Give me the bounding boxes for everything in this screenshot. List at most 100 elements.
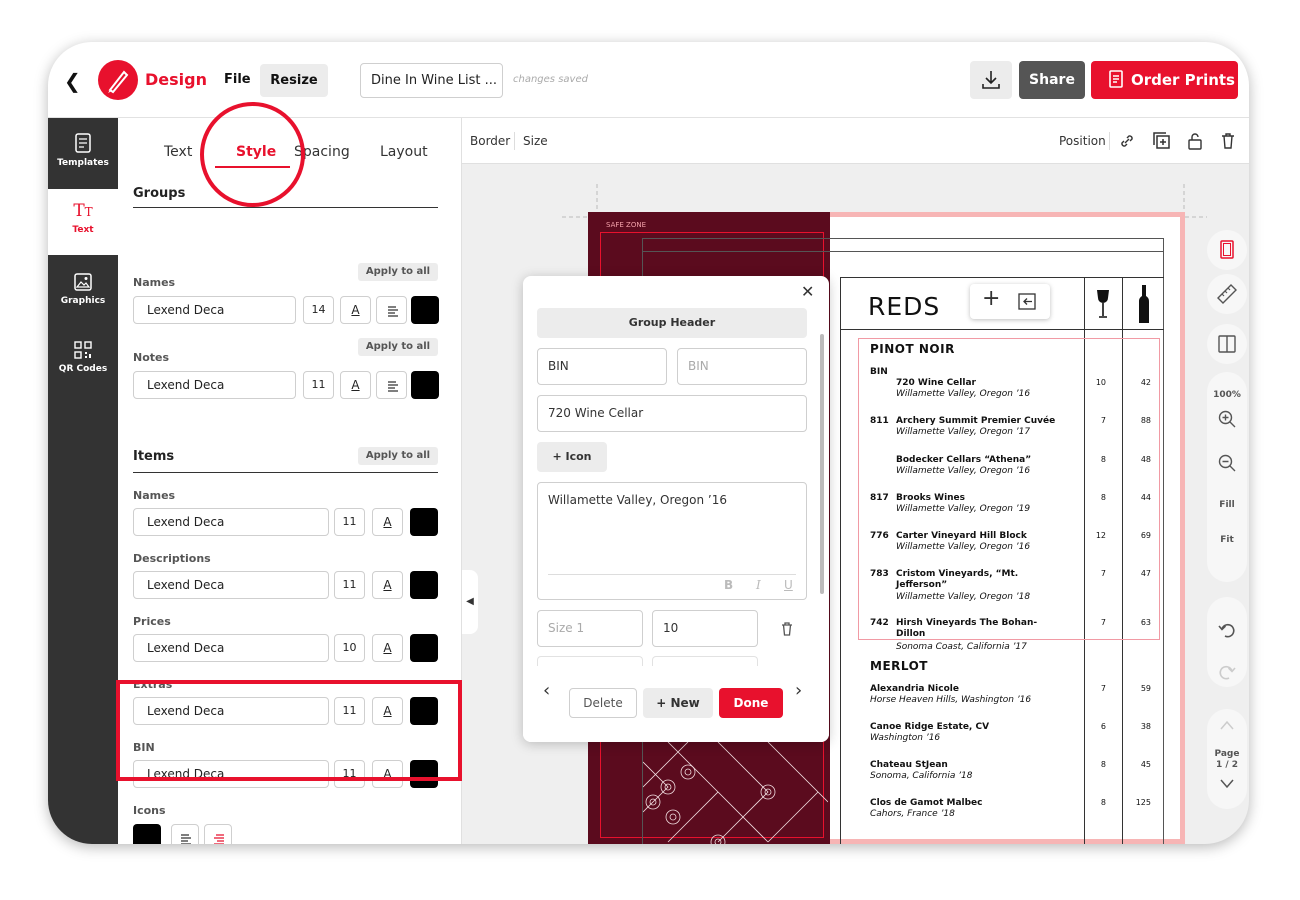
fit-button[interactable]: Fit bbox=[1207, 535, 1247, 545]
bin-header: BIN bbox=[870, 367, 888, 377]
duplicate-icon[interactable] bbox=[1152, 131, 1172, 151]
group-name-pinot-noir[interactable]: PINOT NOIR bbox=[870, 342, 955, 356]
item-names-color-swatch[interactable] bbox=[410, 508, 438, 536]
item-names-size-input[interactable]: 11 bbox=[334, 508, 365, 536]
page-label: Page bbox=[1214, 749, 1240, 759]
rail-item-text[interactable]: TT Text bbox=[48, 189, 118, 255]
zoom-in-icon[interactable] bbox=[1217, 409, 1237, 429]
page-view-button[interactable] bbox=[1207, 230, 1247, 270]
delete-button[interactable]: Delete bbox=[569, 688, 637, 718]
unlock-icon[interactable] bbox=[1186, 132, 1204, 150]
group-names-size-input[interactable]: 14 bbox=[303, 296, 334, 324]
item-name-input[interactable]: 720 Wine Cellar bbox=[537, 395, 807, 432]
done-button[interactable]: Done bbox=[719, 688, 783, 718]
item-prices-font-select[interactable]: Lexend Deca bbox=[133, 634, 329, 662]
icons-align-left-button[interactable] bbox=[171, 824, 199, 844]
item-descriptions-size-input[interactable]: 11 bbox=[334, 571, 365, 599]
icons-align-right-button[interactable] bbox=[204, 824, 232, 844]
group-names-align-button[interactable] bbox=[376, 296, 407, 324]
item-descriptions-text-style-button[interactable]: A bbox=[372, 571, 403, 599]
notes-apply-all-button[interactable]: Apply to all bbox=[358, 338, 438, 356]
tab-text[interactable]: Text bbox=[164, 144, 192, 160]
page-down-icon[interactable] bbox=[1219, 778, 1235, 790]
item-description: Cahors, France ’18 bbox=[870, 809, 955, 819]
popup-scrollbar[interactable] bbox=[820, 334, 824, 594]
bold-icon[interactable]: B bbox=[724, 578, 733, 592]
group-notes-align-button[interactable] bbox=[376, 371, 407, 399]
tab-layout[interactable]: Layout bbox=[380, 144, 428, 160]
file-menu[interactable]: File bbox=[224, 72, 251, 87]
groups-apply-all-button[interactable]: Apply to all bbox=[358, 263, 438, 281]
resize-button[interactable]: Resize bbox=[260, 64, 328, 97]
rail-item-graphics[interactable]: Graphics bbox=[48, 268, 118, 324]
rail-label-templates: Templates bbox=[57, 158, 109, 168]
underline-icon[interactable]: U bbox=[784, 578, 793, 592]
reds-title: REDS bbox=[868, 292, 941, 321]
fill-button[interactable]: Fill bbox=[1207, 500, 1247, 510]
group-notes-color-swatch[interactable] bbox=[411, 371, 439, 399]
item-descriptions-color-swatch[interactable] bbox=[410, 571, 438, 599]
item-name: Alexandria Nicole bbox=[870, 684, 959, 694]
ruler-button[interactable] bbox=[1207, 274, 1247, 314]
insert-icon[interactable] bbox=[1018, 293, 1036, 310]
item-descriptions-font-select[interactable]: Lexend Deca bbox=[133, 571, 329, 599]
redo-icon[interactable] bbox=[1217, 662, 1237, 682]
page-up-icon[interactable] bbox=[1219, 719, 1235, 731]
add-icon-button[interactable]: + Icon bbox=[537, 442, 607, 472]
divider bbox=[548, 574, 796, 575]
item-prices-text-style-button[interactable]: A bbox=[372, 634, 403, 662]
item-name: Bodecker Cellars “Athena” bbox=[896, 455, 1032, 465]
items-apply-all-button[interactable]: Apply to all bbox=[358, 447, 438, 465]
group-names-color-swatch[interactable] bbox=[411, 296, 439, 324]
border-tool[interactable]: Border bbox=[470, 134, 510, 148]
italic-icon[interactable]: I bbox=[756, 578, 761, 592]
rail-item-templates[interactable]: Templates bbox=[48, 126, 118, 182]
group-notes-text-style-button[interactable]: A bbox=[340, 371, 371, 399]
close-icon[interactable]: ✕ bbox=[801, 282, 814, 301]
position-tool[interactable]: Position bbox=[1059, 134, 1106, 148]
download-button[interactable] bbox=[970, 61, 1012, 99]
item-bin: 817 bbox=[870, 493, 889, 503]
group-notes-size-input[interactable]: 11 bbox=[303, 371, 334, 399]
bin-input[interactable]: BIN bbox=[677, 348, 807, 385]
add-icon[interactable]: + bbox=[982, 286, 1000, 311]
order-prints-button[interactable]: Order Prints bbox=[1091, 61, 1238, 99]
item-prices-color-swatch[interactable] bbox=[410, 634, 438, 662]
columns-button[interactable] bbox=[1207, 324, 1247, 364]
page-icon bbox=[1220, 240, 1234, 259]
share-button[interactable]: Share bbox=[1019, 61, 1085, 99]
group-names-font-select[interactable]: Lexend Deca bbox=[133, 296, 296, 324]
group-names-text-style-button[interactable]: A bbox=[340, 296, 371, 324]
item-editor-popup: ✕ Group Header BIN BIN 720 Wine Cellar +… bbox=[523, 276, 829, 742]
new-item-button[interactable]: + New bbox=[643, 688, 713, 718]
back-icon[interactable]: ❮ bbox=[64, 69, 81, 93]
next-item-icon[interactable]: › bbox=[795, 680, 802, 701]
left-rail: Templates TT Text Graphics QR Codes bbox=[48, 118, 118, 844]
item-glass-price: 7 bbox=[1100, 569, 1106, 578]
document-title-input[interactable]: Dine In Wine List ... bbox=[360, 63, 503, 98]
item-icons-color-swatch[interactable] bbox=[133, 824, 161, 844]
item-bin: 742 bbox=[870, 618, 889, 628]
trash-icon[interactable] bbox=[779, 621, 795, 637]
group-name-merlot[interactable]: MERLOT bbox=[870, 659, 928, 673]
rail-item-qr-codes[interactable]: QR Codes bbox=[48, 336, 118, 392]
item-description: Sonoma Coast, California ’17 bbox=[896, 642, 1027, 652]
bin-label-input[interactable]: BIN bbox=[537, 348, 667, 385]
size-row-partial bbox=[537, 656, 643, 666]
item-names-text-style-button[interactable]: A bbox=[372, 508, 403, 536]
item-names-font-select[interactable]: Lexend Deca bbox=[133, 508, 329, 536]
link-icon[interactable] bbox=[1118, 132, 1136, 150]
previous-item-icon[interactable]: ‹ bbox=[543, 680, 550, 701]
popup-footer: ‹ Delete + New Done › bbox=[523, 666, 829, 742]
group-header-button[interactable]: Group Header bbox=[537, 308, 807, 338]
undo-icon[interactable] bbox=[1217, 620, 1237, 640]
item-glass-price: 7 bbox=[1100, 416, 1106, 425]
group-notes-font-select[interactable]: Lexend Deca bbox=[133, 371, 296, 399]
trash-icon[interactable] bbox=[1219, 132, 1237, 150]
size-tool[interactable]: Size bbox=[523, 134, 548, 148]
zoom-out-icon[interactable] bbox=[1217, 453, 1237, 473]
item-prices-size-input[interactable]: 10 bbox=[334, 634, 365, 662]
size-name-input[interactable]: Size 1 bbox=[537, 610, 643, 647]
size-price-input[interactable]: 10 bbox=[652, 610, 758, 647]
description-textarea[interactable]: Willamette Valley, Oregon ’16 B I U bbox=[537, 482, 807, 600]
